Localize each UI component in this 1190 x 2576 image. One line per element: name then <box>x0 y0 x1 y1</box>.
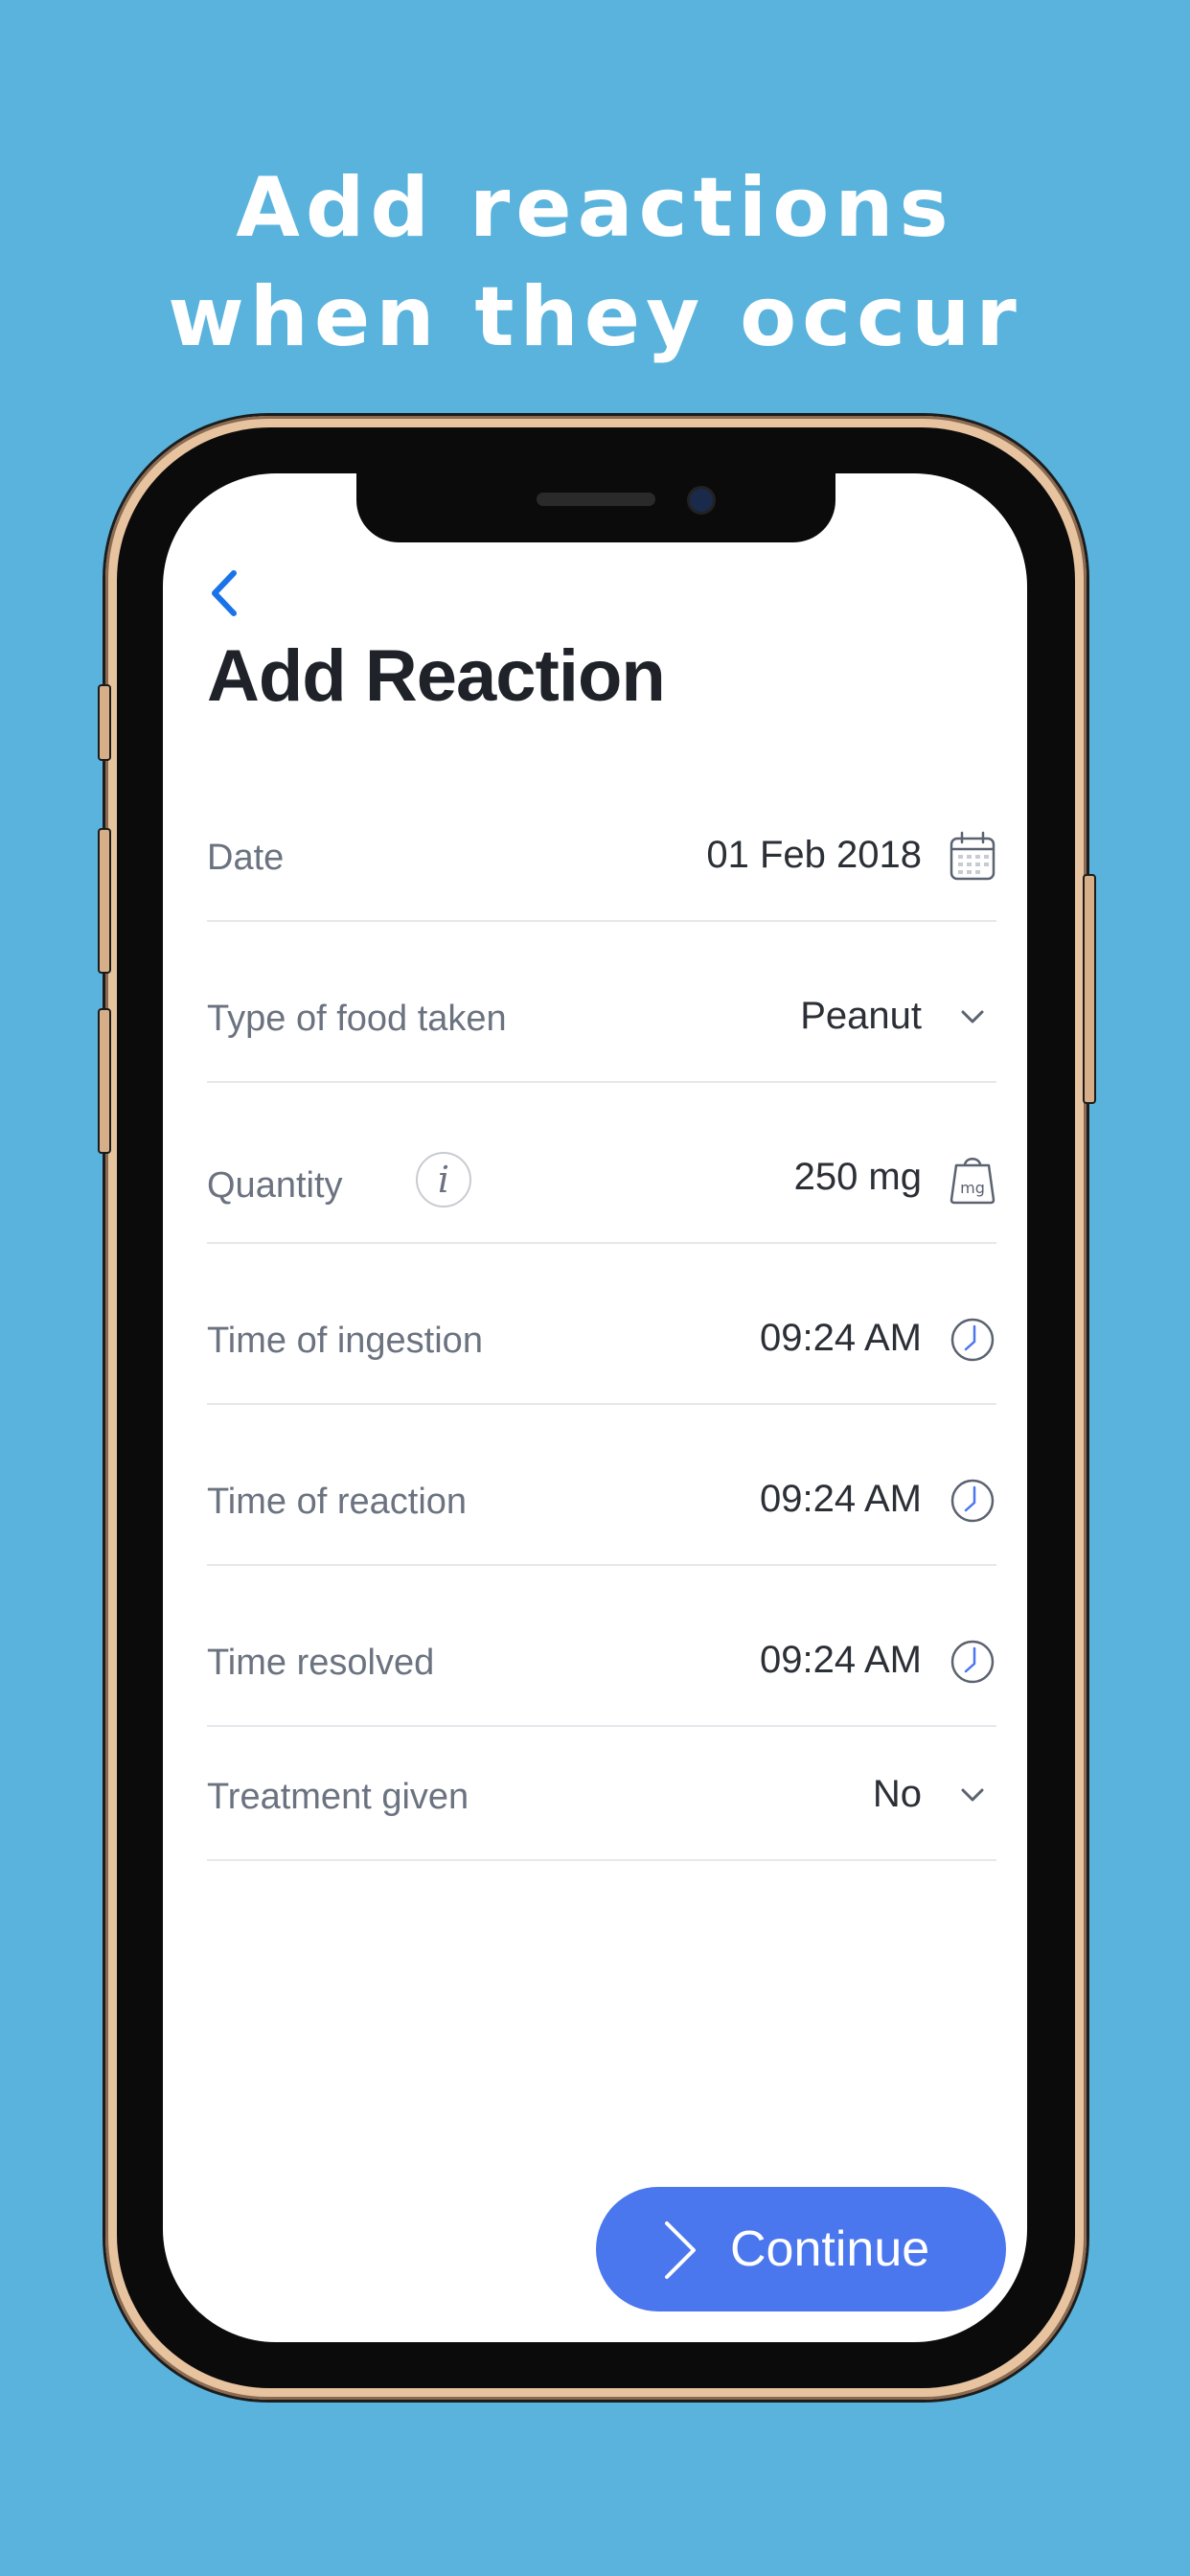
continue-button[interactable]: Continue <box>596 2187 1006 2312</box>
continue-label: Continue <box>730 2221 930 2277</box>
volume-down-button <box>98 1008 111 1154</box>
ingestion-time-row[interactable]: Time of ingestion 09:24 AM <box>207 1313 996 1405</box>
ingestion-time-value: 09:24 AM <box>759 1317 922 1359</box>
date-value: 01 Feb 2018 <box>706 834 922 876</box>
quantity-value: 250 mg <box>793 1156 922 1198</box>
notch <box>356 473 835 542</box>
front-camera <box>690 489 713 512</box>
calendar-icon[interactable] <box>949 830 996 884</box>
chevron-left-icon <box>212 570 237 616</box>
date-row[interactable]: Date 01 Feb 2018 <box>207 830 996 922</box>
treatment-value: No <box>872 1773 922 1815</box>
treatment-row[interactable]: Treatment given No <box>207 1769 996 1861</box>
speaker-grille <box>537 493 655 506</box>
clock-icon[interactable] <box>949 1313 996 1367</box>
quantity-row[interactable]: Quantity i 250 mg mg <box>207 1152 996 1244</box>
clock-icon[interactable] <box>949 1635 996 1689</box>
mute-switch <box>98 684 111 761</box>
treatment-label: Treatment given <box>207 1777 469 1817</box>
food-type-value: Peanut <box>800 995 922 1037</box>
quantity-label: Quantity <box>207 1165 343 1206</box>
headline-line-1: Add reactions <box>236 160 954 256</box>
food-type-row[interactable]: Type of food taken Peanut <box>207 991 996 1083</box>
chevron-down-icon[interactable] <box>949 1769 996 1823</box>
reaction-time-label: Time of reaction <box>207 1482 468 1522</box>
reaction-time-row[interactable]: Time of reaction 09:24 AM <box>207 1474 996 1566</box>
resolved-time-value: 09:24 AM <box>759 1639 922 1681</box>
food-type-label: Type of food taken <box>207 999 507 1039</box>
headline-line-2: when they occur <box>168 269 1022 365</box>
power-button <box>1083 874 1096 1104</box>
resolved-time-row[interactable]: Time resolved 09:24 AM <box>207 1635 996 1727</box>
chevron-down-icon[interactable] <box>949 991 996 1045</box>
marketing-headline: Add reactions when they occur <box>0 153 1190 372</box>
chevron-right-icon <box>665 2221 696 2279</box>
info-icon[interactable]: i <box>416 1152 471 1208</box>
weight-icon-text: mg <box>960 1179 985 1197</box>
ingestion-time-label: Time of ingestion <box>207 1321 483 1361</box>
clock-icon[interactable] <box>949 1474 996 1528</box>
date-label: Date <box>207 838 285 878</box>
back-button[interactable] <box>201 560 249 627</box>
resolved-time-label: Time resolved <box>207 1643 435 1683</box>
page-title: Add Reaction <box>207 635 666 717</box>
phone-screen: Add Reaction Date 01 Feb 2018 Type of fo… <box>163 473 1027 2342</box>
volume-up-button <box>98 828 111 974</box>
reaction-time-value: 09:24 AM <box>759 1478 922 1520</box>
weight-icon[interactable]: mg <box>949 1152 996 1206</box>
